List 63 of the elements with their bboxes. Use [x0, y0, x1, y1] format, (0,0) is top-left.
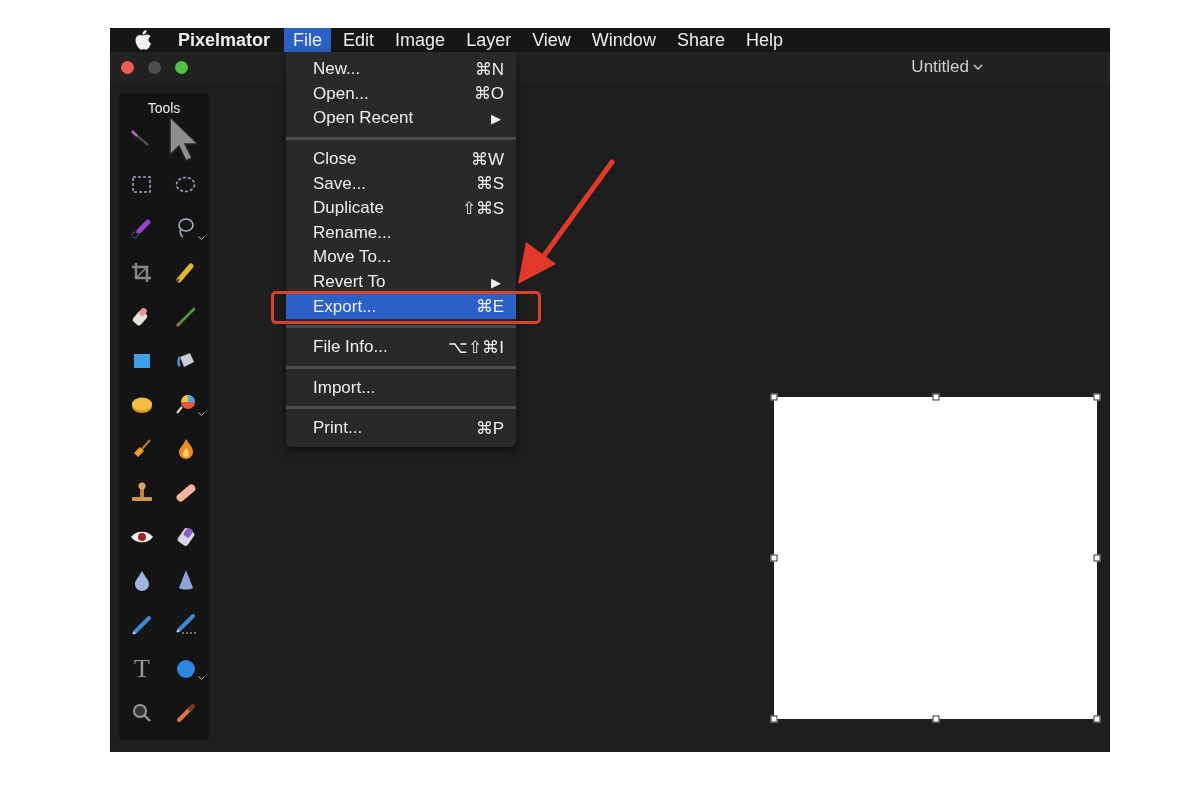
resize-handle[interactable] — [932, 715, 939, 723]
menu-bar-item[interactable]: Window — [582, 28, 665, 52]
close-button[interactable] — [121, 60, 134, 74]
menu-bar-item[interactable]: Image — [386, 28, 455, 52]
menu-item-label: Close — [313, 149, 357, 170]
menu-item-label: Revert To — [313, 272, 386, 293]
menu-item[interactable]: Import... — [286, 375, 516, 401]
shortcut-label: ⌘O — [473, 83, 504, 105]
submenu-arrow: ▶ — [491, 274, 501, 290]
submenu-arrow: ▶ — [491, 111, 501, 126]
chevron-down-icon[interactable] — [973, 64, 983, 70]
menu-item-label: Rename... — [313, 222, 392, 243]
shortcut-label: ⇧⌘S — [461, 197, 504, 219]
menu-item[interactable]: Rename... — [286, 220, 516, 246]
menu-bar-item[interactable]: File — [284, 28, 332, 52]
zoom-button[interactable] — [175, 60, 188, 74]
menu-bar-item[interactable]: Help — [736, 28, 792, 52]
menu-item-label: Open Recent — [313, 108, 414, 129]
chevron-down-icon[interactable] — [198, 412, 205, 417]
menu-item-label: Move To... — [313, 247, 392, 268]
resize-handle[interactable] — [770, 554, 778, 562]
menu-item[interactable]: Save... ⌘S — [286, 171, 516, 196]
text-tool[interactable]: T — [134, 654, 150, 684]
menu-item[interactable]: New... ⌘N — [286, 57, 516, 82]
menu-item[interactable]: Export... ⌘E — [286, 294, 516, 319]
menu-item[interactable]: Open... ⌘O — [286, 81, 516, 107]
menu-item[interactable]: Close ⌘W — [286, 146, 516, 172]
window-title: Untitled — [911, 57, 969, 77]
menu-item[interactable]: Print... ⌘P — [286, 416, 516, 441]
chevron-down-icon[interactable] — [198, 676, 205, 681]
menu-bar-item[interactable]: Share — [667, 28, 734, 52]
shortcut-label: ⌘S — [475, 173, 504, 195]
menu-item[interactable]: Duplicate ⇧⌘S — [286, 195, 516, 221]
menu-item[interactable]: Revert To ▶ — [286, 269, 516, 295]
resize-handle[interactable] — [1093, 554, 1101, 562]
shortcut-label: ⌘N — [474, 58, 504, 80]
shortcut-label: ⌥⇧⌘I — [448, 336, 504, 358]
apple-logo-icon[interactable] — [135, 30, 152, 50]
menu-item-label: Import... — [313, 377, 376, 398]
menu-item-label: Open... — [313, 83, 369, 104]
shortcut-label: ⌘W — [470, 148, 504, 170]
resize-handle[interactable] — [1093, 715, 1101, 723]
resize-handle[interactable] — [770, 393, 778, 401]
menu-item[interactable]: Move To... — [286, 245, 516, 270]
menu-item-label: Save... — [313, 173, 366, 194]
menu-bar-item[interactable]: View — [523, 28, 580, 52]
resize-handle[interactable] — [932, 393, 939, 401]
menu-bar-item[interactable]: Layer — [457, 28, 521, 52]
menu-item-label: New... — [313, 59, 361, 80]
chevron-down-icon[interactable] — [198, 236, 205, 241]
menu-item[interactable]: File Info... ⌥⇧⌘I — [286, 334, 516, 360]
app-name[interactable]: Pixelmator — [178, 29, 271, 51]
resize-handle[interactable] — [1093, 393, 1101, 401]
menu-item-label: File Info... — [313, 337, 388, 358]
shortcut-label: ⌘P — [475, 417, 504, 439]
menu-item[interactable]: Open Recent ▶ — [286, 106, 516, 131]
menu-item-label: Export... — [313, 296, 377, 317]
menu-item-label: Print... — [313, 418, 363, 439]
resize-handle[interactable] — [770, 715, 778, 723]
menu-item-label: Duplicate — [313, 198, 384, 219]
panel-title: Tools — [146, 99, 182, 118]
menu-bar-item[interactable]: Edit — [334, 28, 384, 52]
shortcut-label: ⌘E — [475, 296, 504, 318]
